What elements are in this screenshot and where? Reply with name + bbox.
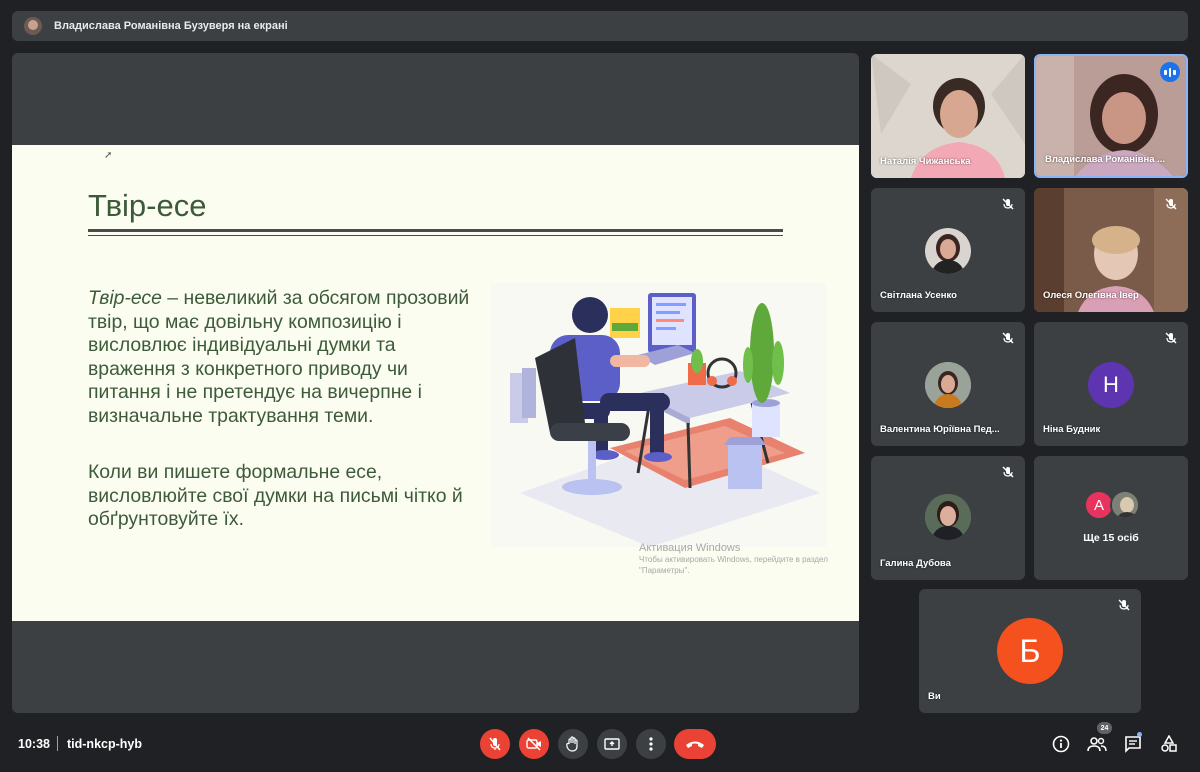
- avatar: Н: [1088, 362, 1134, 408]
- watermark-title: Активация Windows: [639, 542, 741, 554]
- participant-tile[interactable]: Валентина Юріївна Пед...: [871, 322, 1025, 446]
- participant-name: Владислава Романівна ...: [1045, 154, 1166, 165]
- people-button[interactable]: [1085, 732, 1109, 756]
- participant-tile[interactable]: Світлана Усенко: [871, 188, 1025, 312]
- title-rule: [88, 229, 783, 232]
- mic-off-icon: [489, 737, 501, 751]
- mic-off-icon: [1165, 332, 1177, 344]
- bottom-toolbar: 10:38 tid-nkcp-hyb 24: [0, 722, 1200, 772]
- avatar: [925, 362, 971, 408]
- mic-toggle-button[interactable]: [480, 729, 510, 759]
- slide-title: Твір-есе: [88, 188, 207, 223]
- camera-toggle-button[interactable]: [519, 729, 549, 759]
- participant-tile[interactable]: Н Ніна Будник: [1034, 322, 1188, 446]
- participant-name: Галина Дубова: [880, 558, 951, 569]
- avatar: [925, 228, 971, 274]
- presentation-banner: Владислава Романівна Бузуверя на екрані: [12, 11, 1188, 41]
- slide-definition: Твір-есе – невеликий за обсягом прозовий…: [88, 287, 478, 429]
- title-rule-thin: [88, 235, 783, 236]
- slide-term: Твір-есе: [88, 287, 162, 309]
- activities-button[interactable]: [1157, 732, 1181, 756]
- presentation-banner-text: Владислава Романівна Бузуверя на екрані: [54, 20, 288, 32]
- avatar: [1110, 490, 1140, 520]
- people-icon: [1087, 737, 1107, 752]
- participant-tile[interactable]: Галина Дубова: [871, 456, 1025, 580]
- shapes-icon: [1161, 735, 1177, 752]
- participant-name: Світлана Усенко: [880, 290, 957, 301]
- participant-name: Валентина Юріївна Пед...: [880, 424, 1000, 435]
- mic-off-icon: [1002, 198, 1014, 210]
- participant-name: Ніна Будник: [1043, 424, 1101, 435]
- meeting-details-button[interactable]: [1049, 732, 1073, 756]
- leave-call-button[interactable]: [674, 729, 716, 759]
- mouse-cursor-icon: ➚: [104, 150, 113, 161]
- chat-icon: [1125, 736, 1141, 753]
- camera-off-icon: [526, 737, 541, 751]
- avatar: [925, 494, 971, 540]
- windows-activation-watermark: Активация Windows Чтобы активировать Win…: [639, 542, 839, 576]
- mic-off-icon: [1002, 332, 1014, 344]
- participant-name: Ви: [928, 691, 941, 702]
- people-count-badge: 24: [1097, 722, 1112, 734]
- more-vert-icon: [649, 737, 653, 751]
- chat-notification-dot: [1137, 732, 1142, 737]
- speaking-indicator-icon: [1160, 62, 1180, 82]
- mic-off-icon: [1118, 599, 1130, 611]
- meeting-code: tid-nkcp-hyb: [67, 737, 142, 751]
- more-options-button[interactable]: [636, 729, 666, 759]
- participant-name: Наталія Чижанська: [880, 156, 971, 167]
- presenter-avatar: [24, 17, 42, 35]
- mic-off-icon: [1165, 198, 1177, 210]
- raise-hand-button[interactable]: [558, 729, 588, 759]
- present-screen-icon: [604, 738, 620, 750]
- info-icon: [1052, 735, 1070, 753]
- participant-tile[interactable]: Наталія Чижанська: [871, 54, 1025, 178]
- phone-hangup-icon: [686, 741, 704, 748]
- divider: [57, 736, 58, 751]
- slide: ➚ Твір-есе Твір-есе – невеликий за обсяг…: [12, 145, 859, 621]
- watermark-text: Чтобы активировать Windows, перейдите в …: [639, 555, 828, 575]
- participant-tile[interactable]: Олеся Олегівна Івер: [1034, 188, 1188, 312]
- hand-icon: [566, 736, 578, 752]
- workspace-illustration: [490, 283, 826, 547]
- more-participants-tile[interactable]: А Ще 15 осіб: [1034, 456, 1188, 580]
- clock: 10:38: [18, 737, 50, 751]
- more-participants-label: Ще 15 осіб: [1083, 532, 1139, 544]
- participant-name: Олеся Олегівна Івер: [1043, 290, 1139, 301]
- presentation-stage: ➚ Твір-есе Твір-есе – невеликий за обсяг…: [12, 53, 859, 713]
- slide-paragraph: Коли ви пишете формальне есе, висловлюйт…: [88, 461, 463, 531]
- participant-tile[interactable]: Владислава Романівна ...: [1034, 54, 1188, 178]
- avatar: Б: [997, 618, 1063, 684]
- self-tile[interactable]: Б Ви: [919, 589, 1141, 713]
- present-button[interactable]: [597, 729, 627, 759]
- mic-off-icon: [1002, 466, 1014, 478]
